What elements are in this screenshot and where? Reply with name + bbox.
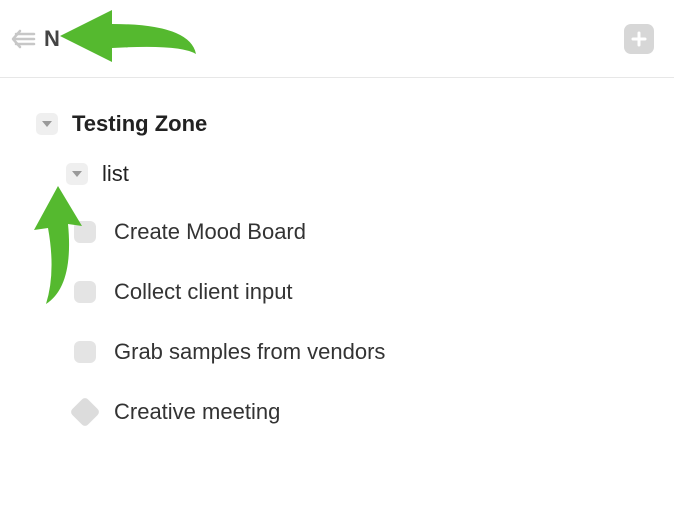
content-area: Testing Zone list Create Mood Board Coll… xyxy=(0,78,674,442)
caret-down-icon xyxy=(72,170,82,178)
caret-down-icon xyxy=(42,120,52,128)
top-bar: N xyxy=(0,0,674,78)
list-label: list xyxy=(102,161,129,187)
group-row[interactable]: Testing Zone xyxy=(0,102,674,146)
plus-icon xyxy=(630,30,648,48)
task-row[interactable]: Grab samples from vendors xyxy=(0,322,674,382)
task-row[interactable]: Creative meeting xyxy=(0,382,674,442)
page-title: N xyxy=(44,26,60,52)
task-label: Create Mood Board xyxy=(114,219,306,245)
task-checkbox[interactable] xyxy=(74,341,96,363)
list-row[interactable]: list xyxy=(0,152,674,196)
milestone-marker[interactable] xyxy=(69,396,100,427)
add-button[interactable] xyxy=(624,24,654,54)
group-label: Testing Zone xyxy=(72,111,207,137)
task-label: Collect client input xyxy=(114,279,293,305)
back-button[interactable] xyxy=(8,24,38,54)
list-collapse-toggle[interactable] xyxy=(66,163,88,185)
task-label: Creative meeting xyxy=(114,399,280,425)
task-checkbox[interactable] xyxy=(74,281,96,303)
task-row[interactable]: Collect client input xyxy=(0,262,674,322)
task-checkbox[interactable] xyxy=(74,221,96,243)
task-label: Grab samples from vendors xyxy=(114,339,385,365)
back-arrow-icon xyxy=(10,28,36,50)
task-row[interactable]: Create Mood Board xyxy=(0,202,674,262)
group-collapse-toggle[interactable] xyxy=(36,113,58,135)
